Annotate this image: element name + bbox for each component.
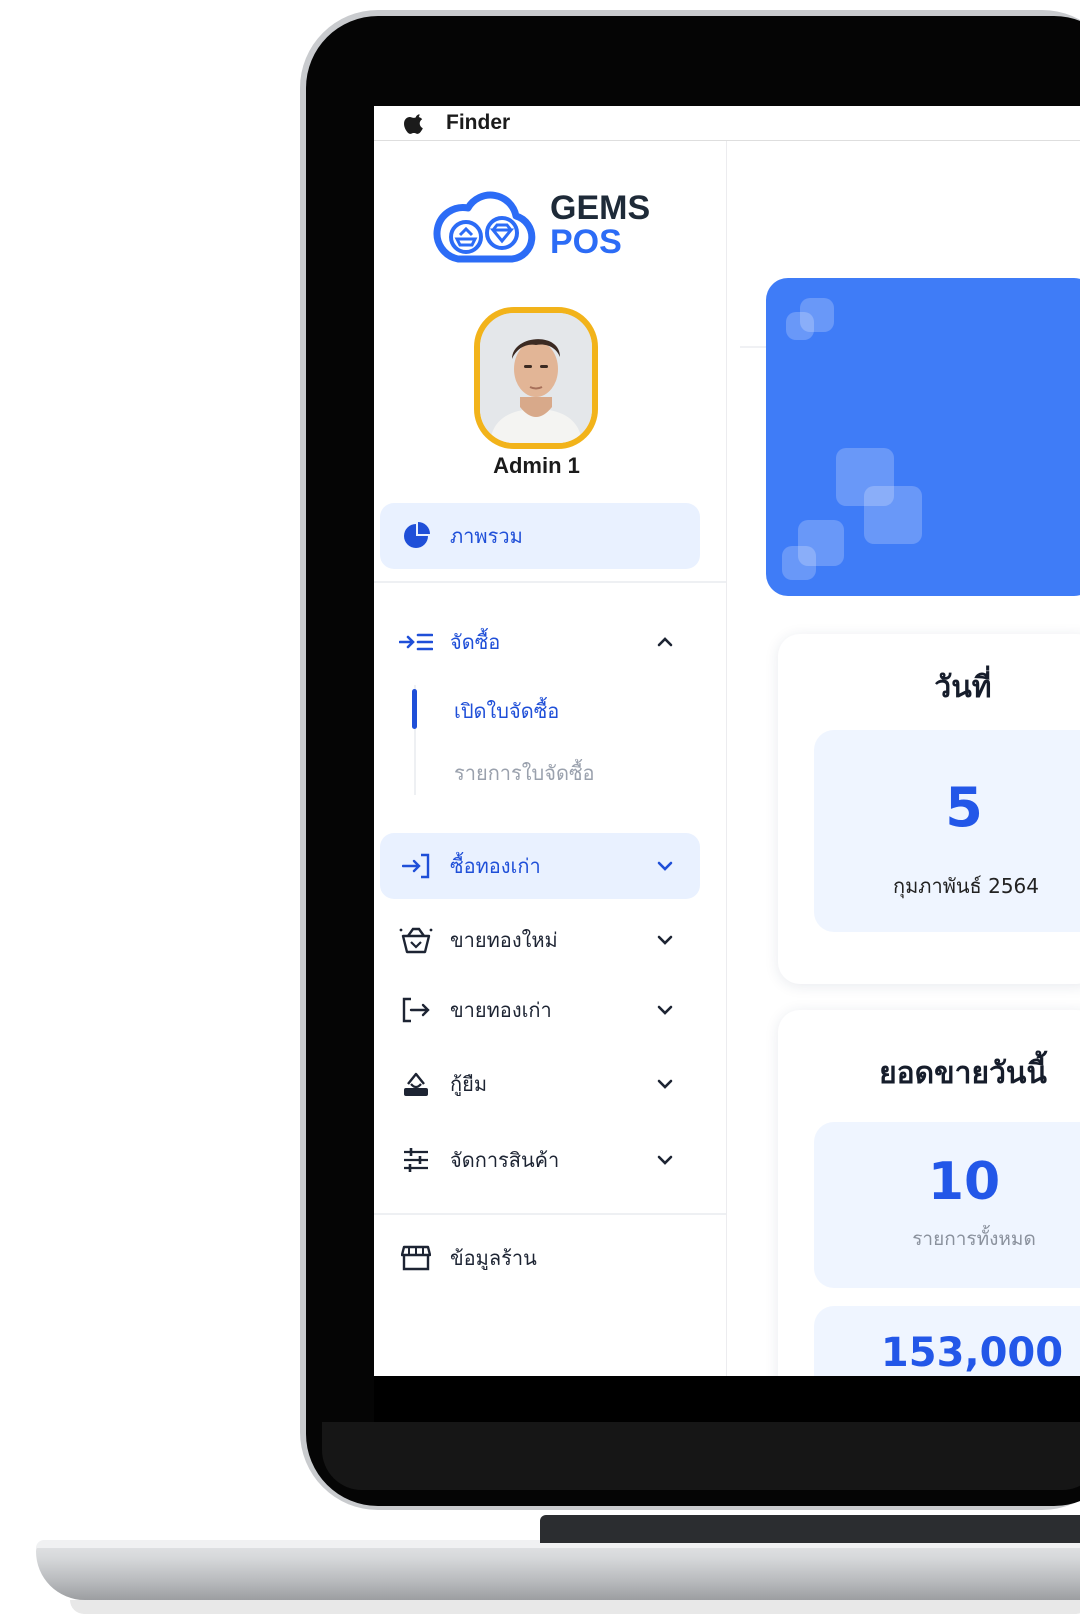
- screen: Finder GEMS POS Admin 1 ภาพรวม จัดซื้อ เ…: [374, 106, 1080, 1422]
- hero-banner: [766, 278, 1080, 596]
- decor-square: [786, 312, 814, 340]
- sidebar-item-buy-old-gold[interactable]: ซื้อทองเก่า: [380, 833, 700, 899]
- sales-count: 10: [927, 1152, 1001, 1212]
- sidebar-item-purchase[interactable]: จัดซื้อ: [380, 609, 700, 675]
- pawn-icon: [398, 1069, 434, 1099]
- date-box: 5 กุมภาพันธ์ 2564: [814, 730, 1080, 932]
- chevron-down-icon[interactable]: [654, 999, 676, 1021]
- chevron-down-icon[interactable]: [654, 1149, 676, 1171]
- sliders-icon: [398, 1145, 434, 1175]
- submenu-item-open-po[interactable]: เปิดใบจัดซื้อ: [454, 695, 559, 727]
- sidebar-item-sell-old-gold[interactable]: ขายทองเก่า: [380, 977, 700, 1043]
- date-month-year: กุมภาพันธ์ 2564: [892, 874, 1040, 898]
- sales-count-caption: รายการทั้งหมด: [912, 1228, 1036, 1250]
- date-card-title: วันที่: [934, 670, 992, 705]
- gold-basket-icon: [398, 925, 434, 955]
- divider: [374, 581, 726, 583]
- chevron-up-icon[interactable]: [654, 631, 676, 653]
- gems-pos-logo[interactable]: GEMS POS: [430, 177, 670, 267]
- sidebar-item-label: ขายทองใหม่: [450, 928, 558, 952]
- sidebar-item-overview[interactable]: ภาพรวม: [380, 503, 700, 569]
- submenu-item-po-list[interactable]: รายการใบจัดซื้อ: [454, 757, 595, 789]
- sales-today-card: ยอดขายวันนี้ 10 รายการทั้งหมด 153,000: [778, 1010, 1080, 1422]
- chevron-down-icon[interactable]: [654, 855, 676, 877]
- sidebar-item-shop-info[interactable]: ข้อมูลร้าน: [380, 1225, 700, 1291]
- sidebar-item-label: ซื้อทองเก่า: [450, 854, 541, 878]
- menu-bar: Finder: [374, 106, 1080, 141]
- user-name: Admin 1: [493, 453, 580, 478]
- sidebar: GEMS POS Admin 1 ภาพรวม จัดซื้อ เปิดใบจั…: [374, 141, 727, 1422]
- brand-name: GEMS POS: [550, 191, 650, 259]
- sidebar-item-label: กู้ยืม: [450, 1072, 488, 1096]
- decor-square: [864, 486, 922, 544]
- chevron-down-icon[interactable]: [654, 929, 676, 951]
- sidebar-item-label: ภาพรวม: [450, 524, 523, 548]
- user-photo: [480, 313, 592, 443]
- apple-icon[interactable]: [404, 111, 426, 135]
- laptop-shadow: [70, 1600, 1080, 1614]
- sidebar-item-label: จัดการสินค้า: [450, 1148, 560, 1172]
- date-day: 5: [945, 776, 983, 839]
- chevron-down-icon[interactable]: [654, 1073, 676, 1095]
- date-card: วันที่ 5 กุมภาพันธ์ 2564: [778, 634, 1080, 984]
- cloud-logo-icon: [433, 191, 536, 263]
- sidebar-item-label: ข้อมูลร้าน: [450, 1246, 537, 1270]
- sidebar-item-label: ขายทองเก่า: [450, 998, 552, 1022]
- login-arrow-icon: [398, 851, 434, 881]
- avatar[interactable]: [474, 307, 598, 449]
- brand-line-1: GEMS: [550, 189, 651, 227]
- logout-arrow-icon: [398, 995, 434, 1025]
- brand-line-2: POS: [550, 223, 622, 261]
- decor-square: [782, 546, 816, 580]
- screen-bottom-edge: [374, 1376, 1080, 1422]
- laptop-hinge: [540, 1515, 1080, 1543]
- sidebar-item-label: จัดซื้อ: [450, 630, 501, 654]
- laptop-base: [36, 1540, 1080, 1600]
- sidebar-item-manage-products[interactable]: จัดการสินค้า: [380, 1127, 700, 1193]
- submenu-active-marker: [412, 689, 417, 729]
- sales-amount: 153,000: [880, 1330, 1064, 1376]
- sidebar-item-loan[interactable]: กู้ยืม: [380, 1051, 700, 1117]
- indent-list-icon: [398, 627, 434, 657]
- sales-count-box: 10 รายการทั้งหมด: [814, 1122, 1080, 1288]
- laptop-chin: [322, 1422, 1080, 1490]
- finder-menu[interactable]: Finder: [446, 111, 510, 135]
- store-icon: [398, 1243, 434, 1273]
- sidebar-item-sell-new-gold[interactable]: ขายทองใหม่: [380, 907, 700, 973]
- pie-chart-icon: [398, 521, 434, 551]
- sales-card-title: ยอดขายวันนี้: [879, 1056, 1047, 1091]
- divider: [374, 1213, 726, 1215]
